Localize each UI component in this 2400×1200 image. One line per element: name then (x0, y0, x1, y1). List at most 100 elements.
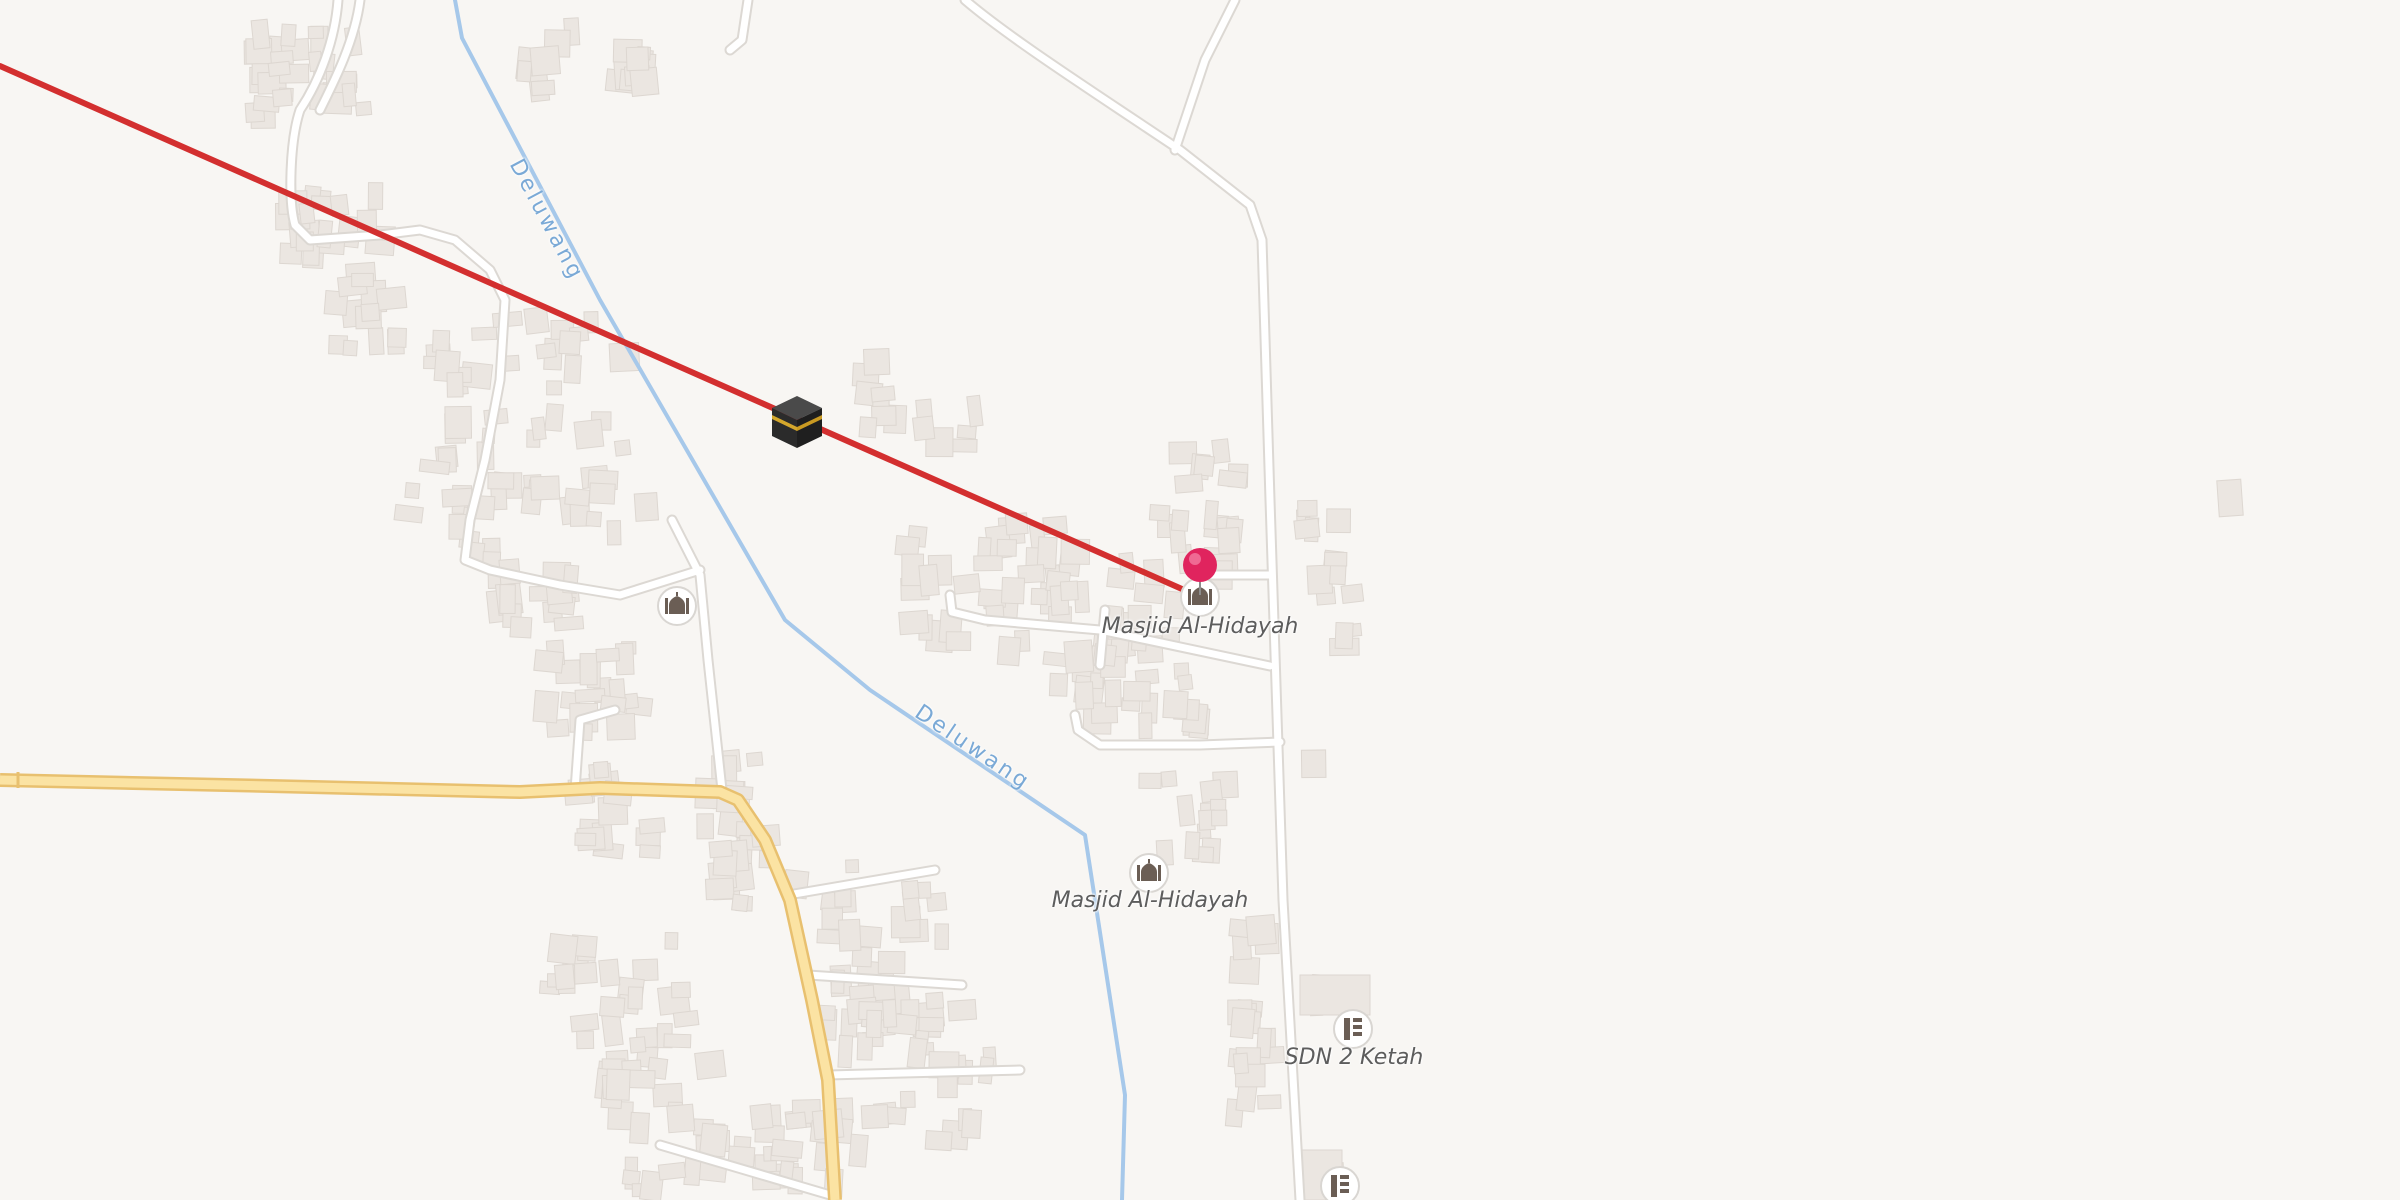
building (529, 45, 562, 77)
building (271, 88, 293, 108)
building (564, 487, 591, 507)
building (899, 1090, 916, 1109)
building (1293, 517, 1321, 540)
building (579, 653, 598, 686)
poi-mosque[interactable] (657, 586, 697, 626)
building (1133, 582, 1165, 605)
building (573, 418, 605, 450)
building (925, 991, 945, 1010)
building (1184, 831, 1201, 860)
building (860, 1104, 890, 1130)
building (1257, 1094, 1282, 1110)
building (307, 25, 324, 40)
building (1177, 673, 1194, 691)
building (918, 563, 940, 597)
poi-school[interactable] (1333, 1009, 1373, 1049)
building (956, 424, 977, 440)
building (530, 416, 547, 441)
building (341, 82, 357, 108)
building (367, 182, 384, 210)
building (1138, 772, 1162, 790)
map-canvas[interactable] (0, 0, 2400, 1200)
building (961, 1108, 983, 1139)
building (1030, 587, 1048, 606)
poi-mosque-2[interactable] (1129, 853, 1169, 893)
building (696, 813, 715, 840)
poi-school-2[interactable] (1320, 1166, 1360, 1200)
building (599, 995, 626, 1018)
building (387, 327, 407, 348)
building (1326, 508, 1352, 534)
building (837, 1034, 854, 1069)
building (367, 327, 385, 356)
building (1306, 564, 1334, 595)
building (1074, 681, 1095, 710)
building (918, 1016, 945, 1033)
building (663, 1033, 692, 1049)
building (605, 1068, 631, 1101)
building (698, 1122, 729, 1158)
building (1174, 473, 1204, 494)
building (532, 689, 560, 724)
building (1193, 454, 1216, 477)
building (633, 492, 660, 522)
building (598, 958, 621, 988)
building (404, 482, 421, 500)
building (870, 385, 896, 403)
building (629, 1036, 647, 1054)
building (1299, 974, 1371, 1016)
building (576, 1030, 595, 1050)
building (1232, 1052, 1250, 1075)
building (553, 963, 576, 991)
building (749, 1103, 774, 1131)
building (558, 330, 582, 356)
building (471, 326, 498, 341)
building (745, 751, 764, 768)
building (592, 760, 610, 779)
building (672, 1009, 700, 1029)
building (516, 60, 533, 83)
building (444, 405, 473, 440)
building (848, 1133, 869, 1168)
building (1340, 583, 1365, 604)
building (487, 472, 515, 490)
building (441, 487, 474, 508)
poi-label-mosque-2: Masjid Al-Hidayah (1051, 888, 1249, 913)
building (666, 1103, 696, 1134)
building (638, 844, 661, 859)
building (898, 609, 930, 636)
building (894, 535, 921, 558)
building (1138, 712, 1153, 740)
building (613, 439, 632, 457)
building (924, 1130, 953, 1152)
building (906, 1036, 929, 1070)
building (1297, 499, 1318, 517)
building (342, 339, 359, 357)
building (1160, 770, 1178, 788)
building (1203, 499, 1219, 531)
building (657, 1161, 687, 1181)
building (482, 537, 501, 554)
building (533, 649, 565, 674)
building (877, 950, 906, 975)
building (1245, 914, 1277, 947)
building (784, 1111, 807, 1130)
building (1217, 526, 1241, 555)
building (354, 100, 373, 117)
building (1000, 576, 1026, 605)
building (882, 999, 898, 1028)
building (973, 555, 1003, 572)
building (862, 347, 891, 376)
building (694, 1049, 727, 1081)
building (1104, 679, 1122, 708)
building (250, 18, 271, 50)
building (629, 1111, 650, 1145)
building (996, 538, 1017, 557)
building (1162, 689, 1189, 720)
building (1042, 650, 1069, 668)
building (1123, 680, 1151, 702)
poi-label-mosque-selected: Masjid Al-Hidayah (1101, 614, 1299, 639)
building (530, 475, 561, 501)
building (934, 923, 949, 950)
building (632, 958, 659, 982)
